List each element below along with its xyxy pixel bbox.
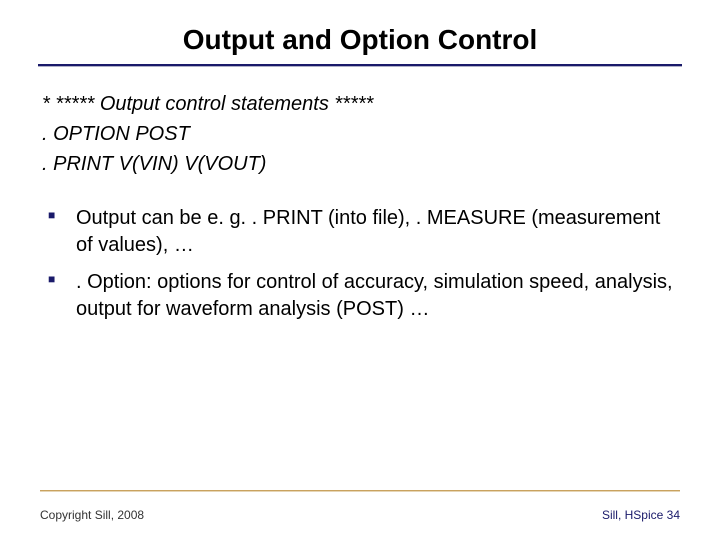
code-block: * ***** Output control statements ***** …: [40, 89, 680, 179]
list-item: Output can be e. g. . PRINT (into file),…: [44, 205, 680, 259]
bullet-text: Output can be e. g. . PRINT (into file),…: [76, 207, 660, 256]
code-line: . PRINT V(VIN) V(VOUT): [42, 149, 680, 179]
footer-label: Sill, HSpice: [602, 508, 663, 522]
title-divider: [38, 64, 682, 67]
slide: Output and Option Control * ***** Output…: [0, 0, 720, 540]
footer: Copyright Sill, 2008 Sill, HSpice 34: [40, 508, 680, 522]
footer-right: Sill, HSpice 34: [602, 508, 680, 522]
page-number: 34: [667, 508, 680, 522]
list-item: . Option: options for control of accurac…: [44, 269, 680, 323]
copyright-text: Copyright Sill, 2008: [40, 508, 144, 522]
bullet-text: . Option: options for control of accurac…: [76, 271, 673, 320]
code-line: . OPTION POST: [42, 119, 680, 149]
footer-divider: [40, 490, 680, 492]
code-line: * ***** Output control statements *****: [42, 89, 680, 119]
bullet-list: Output can be e. g. . PRINT (into file),…: [40, 205, 680, 323]
page-title: Output and Option Control: [40, 24, 680, 64]
